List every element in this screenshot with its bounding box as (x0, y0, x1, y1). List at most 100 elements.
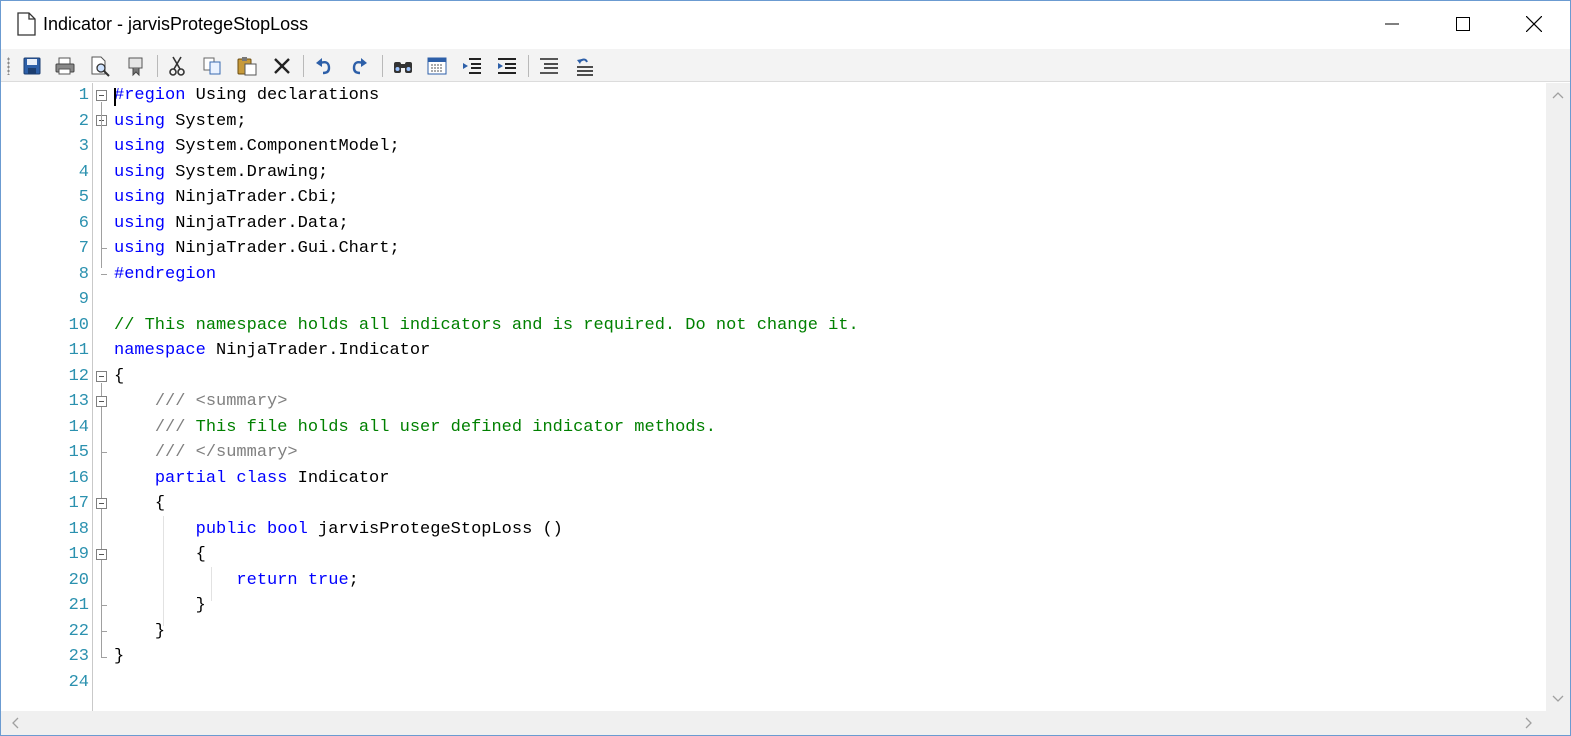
code-token-rest: System.ComponentModel; (165, 137, 400, 156)
delete-icon (274, 58, 290, 74)
code-text: // This namespace holds all indicators a… (114, 313, 859, 339)
code-token-kw: namespace (114, 341, 206, 360)
code-text: /// <summary> (114, 389, 288, 415)
minimize-button[interactable] (1357, 1, 1427, 47)
line-number: 2 (78, 111, 89, 131)
code-line[interactable]: 23} (1, 644, 1546, 670)
copy-icon (203, 57, 221, 75)
code-token-rest: jarvisProtegeStopLoss () (307, 519, 563, 539)
line-number: 4 (78, 162, 89, 182)
replace-button[interactable] (424, 53, 450, 79)
code-token-kw: return true (236, 570, 349, 590)
code-token-indent (114, 571, 236, 590)
page-setup-button[interactable] (123, 53, 149, 79)
code-line[interactable]: 8 #endregion (1, 262, 1546, 288)
code-line[interactable]: 17 { (1, 491, 1546, 517)
code-line[interactable]: 11 namespace NinjaTrader.Indicator (1, 338, 1546, 364)
code-line[interactable]: 19 { (1, 542, 1546, 568)
cut-button[interactable] (164, 53, 190, 79)
delete-button[interactable] (269, 53, 295, 79)
scroll-left-button[interactable] (3, 711, 27, 735)
outdent-button[interactable] (459, 53, 485, 79)
code-text: using System.ComponentModel; (114, 134, 400, 160)
code-token-rest: NinjaTrader.Gui.Chart; (165, 239, 400, 258)
code-line[interactable]: 5 using NinjaTrader.Cbi; (1, 185, 1546, 211)
document-icon (17, 12, 36, 36)
code-token-plain: } (114, 647, 125, 666)
code-token-rest: Using declarations (185, 86, 380, 105)
code-token-rest: NinjaTrader.Indicator (205, 341, 431, 360)
code-text: using NinjaTrader.Gui.Chart; (114, 236, 400, 262)
close-button[interactable] (1499, 1, 1569, 47)
code-line[interactable]: 2 using System; (1, 109, 1546, 135)
toolbar-grip[interactable] (7, 57, 10, 75)
code-token-indent (114, 622, 155, 641)
line-number: 13 (68, 392, 89, 411)
line-number: 3 (78, 137, 89, 156)
print-button[interactable] (52, 53, 78, 79)
undo-button[interactable] (311, 53, 337, 79)
code-token-indent (114, 545, 196, 564)
indent-button[interactable] (494, 53, 520, 79)
code-text: { (114, 491, 165, 517)
code-line[interactable]: 3 using System.ComponentModel; (1, 134, 1546, 160)
text-caret (114, 88, 116, 106)
print-preview-button[interactable] (87, 53, 113, 79)
code-line[interactable]: 7 using NinjaTrader.Gui.Chart; (1, 236, 1546, 262)
code-line[interactable]: 21 } (1, 593, 1546, 619)
word-wrap-icon (577, 58, 593, 76)
scroll-up-button[interactable] (1546, 83, 1570, 107)
scroll-down-button[interactable] (1546, 687, 1570, 711)
code-text: namespace NinjaTrader.Indicator (114, 338, 430, 364)
code-line[interactable]: 12 { (1, 364, 1546, 390)
line-number: 6 (78, 213, 89, 233)
code-line[interactable]: 10 // This namespace holds all indicators… (1, 313, 1546, 339)
code-line[interactable]: 18 public bool jarvisProtegeStopLoss () (1, 517, 1546, 543)
code-line[interactable]: 15 /// </summary> (1, 440, 1546, 466)
code-token-kw: using (114, 213, 166, 233)
code-token-kw: public bool (195, 519, 308, 539)
code-line[interactable]: 22 } (1, 619, 1546, 645)
code-line[interactable]: 6 using NinjaTrader.Data; (1, 211, 1546, 237)
code-editor[interactable]: 1 #region Using declarations 2 using System… (1, 83, 1546, 711)
save-button[interactable] (19, 53, 45, 79)
paste-button[interactable] (234, 53, 260, 79)
word-wrap-button[interactable] (571, 53, 597, 79)
horizontal-scrollbar[interactable] (1, 711, 1546, 735)
title-bar[interactable]: Indicator - jarvisProtegeStopLoss (1, 1, 1570, 47)
indicator-editor-window: Indicator - jarvisProtegeStopLoss 1 #reg… (0, 0, 1571, 736)
code-token-indent (114, 392, 155, 411)
code-line[interactable]: 4 using System.Drawing; (1, 160, 1546, 186)
window-title: Indicator - jarvisProtegeStopLoss (43, 14, 309, 34)
code-token-plain: } (195, 596, 206, 615)
chevron-right-icon (1525, 717, 1532, 729)
code-token-indent (114, 494, 155, 513)
chevron-up-icon (1552, 92, 1564, 99)
maximize-button[interactable] (1428, 1, 1498, 47)
code-token-plain: { (114, 366, 125, 386)
code-token-kw: #endregion (114, 264, 217, 284)
code-line[interactable]: 1 #region Using declarations (1, 83, 1546, 109)
scroll-right-button[interactable] (1517, 711, 1541, 735)
code-line[interactable]: 16 partial class Indicator (1, 466, 1546, 492)
replace-icon (427, 57, 447, 75)
code-token-indent (114, 520, 196, 539)
find-button[interactable] (390, 53, 416, 79)
editor-toolbar (1, 49, 1570, 82)
code-token-rest: ; (348, 570, 359, 590)
code-token-plain: { (154, 494, 166, 513)
code-line[interactable]: 14 /// This file holds all user defined … (1, 415, 1546, 441)
line-numbers-button[interactable] (536, 53, 562, 79)
line-number: 7 (78, 239, 89, 258)
copy-button[interactable] (199, 53, 225, 79)
code-text: partial class Indicator (114, 466, 390, 492)
redo-button[interactable] (346, 53, 372, 79)
vertical-scrollbar[interactable] (1546, 83, 1570, 711)
line-number: 5 (78, 188, 89, 207)
code-text: } (114, 644, 124, 670)
code-line[interactable]: 24 (1, 670, 1546, 696)
code-line[interactable]: 13 /// <summary> (1, 389, 1546, 415)
code-line[interactable]: 9 (1, 287, 1546, 313)
code-line[interactable]: 20 return true; (1, 568, 1546, 594)
minimize-icon (1385, 23, 1399, 25)
